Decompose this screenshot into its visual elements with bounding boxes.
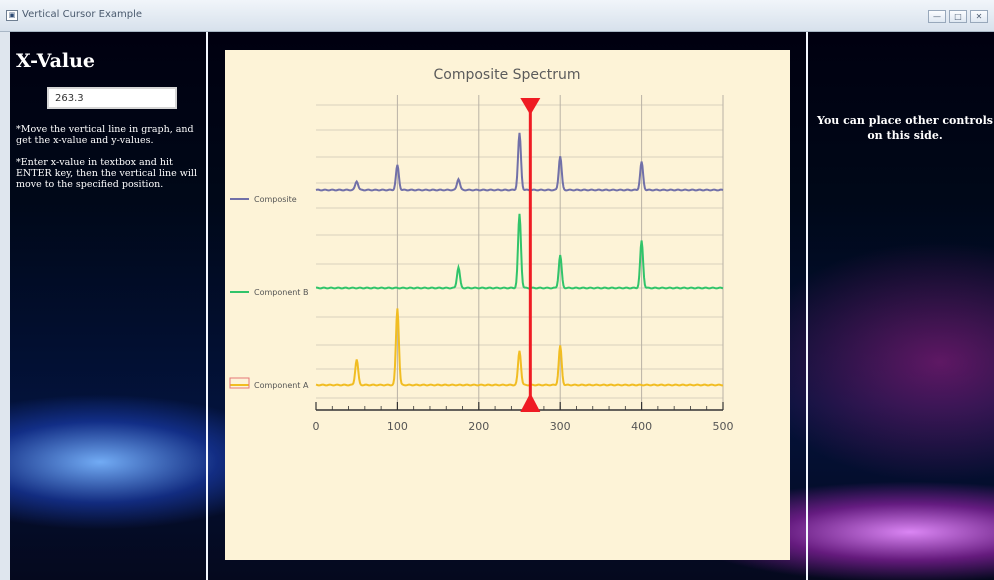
window-title: Vertical Cursor Example: [22, 9, 143, 20]
maximize-button[interactable]: □: [949, 10, 967, 23]
chart-panel[interactable]: Composite Spectrum 0 100 200 300 400 500 Compo…: [225, 50, 790, 560]
minimize-button[interactable]: —: [928, 10, 946, 23]
component-a-series-line: [315, 308, 724, 387]
legend-selected-box: [229, 377, 250, 389]
composite-series-line: [315, 132, 724, 192]
chart-title: Composite Spectrum: [433, 67, 580, 83]
instruction-move: *Move the vertical line in graph, and ge…: [16, 124, 194, 146]
legend-label: Composite: [254, 195, 297, 204]
legend-label: Component A: [254, 381, 309, 390]
cursor-bottom-handle[interactable]: [520, 393, 541, 412]
x-value-heading: X-Value: [16, 50, 95, 72]
instruction-enter: *Enter x-value in textbox and hit ENTER …: [16, 157, 198, 190]
close-button[interactable]: ✕: [970, 10, 988, 23]
x-axis-tick-label: 200: [468, 420, 489, 433]
x-axis-tick-label: 400: [631, 420, 652, 433]
instructions: *Move the vertical line in graph, and ge…: [16, 124, 206, 201]
x-axis-tick-label: 500: [713, 420, 734, 433]
cursor-top-handle[interactable]: [520, 98, 541, 115]
x-axis-tick-label: 100: [387, 420, 408, 433]
left-panel: X-Value *Move the vertical line in graph…: [10, 32, 206, 580]
x-axis-tick-label: 300: [550, 420, 571, 433]
window-controls: — □ ✕: [928, 10, 988, 23]
x-value-input[interactable]: [47, 87, 177, 109]
window-titlebar[interactable]: ▣ Vertical Cursor Example — □ ✕: [0, 0, 994, 32]
right-panel: You can place other controls on this sid…: [808, 32, 994, 580]
component-b-series-line: [315, 213, 724, 290]
x-axis-tick-label: 0: [313, 420, 320, 433]
composite-spectrum-chart[interactable]: Composite Spectrum 0 100 200 300 400 500 Compo…: [225, 50, 790, 560]
right-panel-note: You can place other controls on this sid…: [817, 114, 993, 142]
left-divider[interactable]: [206, 32, 208, 580]
app-icon: ▣: [6, 10, 18, 21]
legend-label: Component B: [254, 288, 308, 297]
